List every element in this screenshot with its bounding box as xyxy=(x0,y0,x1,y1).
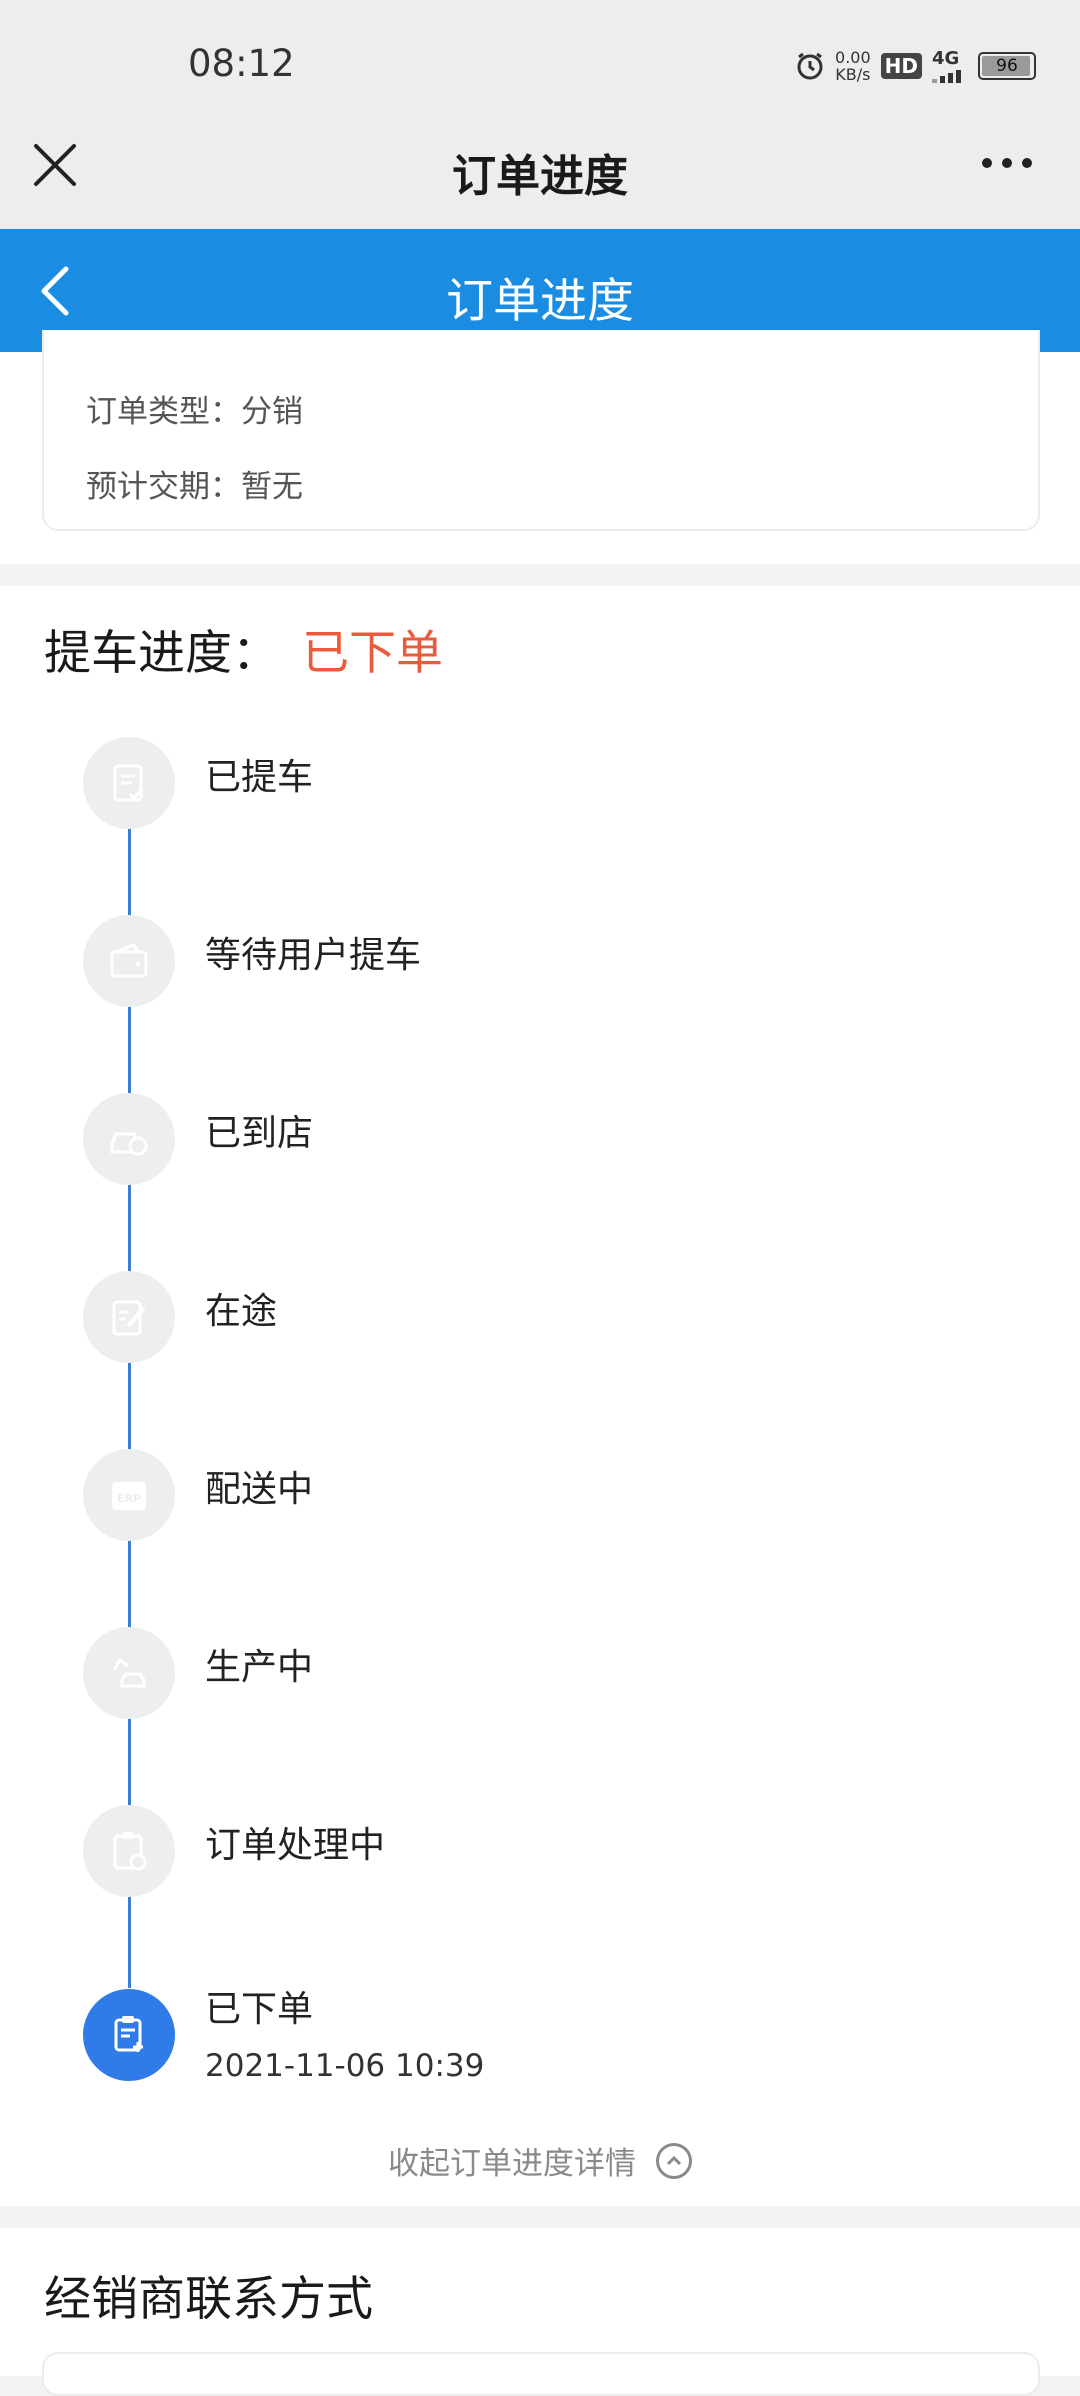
document-check-icon xyxy=(83,737,175,829)
chevron-up-icon xyxy=(656,2142,692,2179)
robot-arm-car-icon xyxy=(83,1627,175,1719)
battery-level: 96 xyxy=(996,55,1018,76)
step-label: 已提车 xyxy=(205,757,314,798)
step-label: 在途 xyxy=(205,1291,278,1332)
progress-status: 已下单 xyxy=(302,626,443,681)
battery-icon: 96 xyxy=(978,51,1036,80)
erp-box-icon: ERP xyxy=(83,1449,175,1541)
signal-label: 4G xyxy=(932,48,960,69)
wallet-icon xyxy=(83,915,175,1007)
order-type: 订单类型：分销 xyxy=(86,394,303,430)
step-label: 生产中 xyxy=(205,1647,314,1688)
alarm-icon xyxy=(797,52,823,79)
collapse-progress-button[interactable]: 收起订单进度详情 xyxy=(0,2138,1080,2183)
dealer-card xyxy=(42,2352,1040,2396)
status-icons: 0.00 KB/s HD 4G 96 xyxy=(795,48,1036,83)
clipboard-clock-icon xyxy=(83,1805,175,1897)
signal-bars-icon xyxy=(932,70,961,83)
step-label: 订单处理中 xyxy=(205,1825,386,1866)
step-time: 2021-11-06 10:39 xyxy=(205,2048,485,2084)
dealer-title: 经销商联系方式 xyxy=(44,2272,373,2327)
nav-title: 订单进度 xyxy=(452,151,628,202)
step-label: 配送中 xyxy=(205,1469,314,1510)
step-label: 等待用户提车 xyxy=(205,935,422,976)
collapse-label: 收起订单进度详情 xyxy=(388,2146,636,2182)
svg-text:ERP: ERP xyxy=(117,1492,141,1505)
net-speed-value: 0.00 xyxy=(835,47,871,67)
net-speed-unit: KB/s xyxy=(835,64,871,84)
network-speed: 0.00 KB/s xyxy=(835,49,871,83)
signal-icon: 4G xyxy=(932,48,968,83)
step-label: 已下单 xyxy=(205,1989,314,2030)
step-label: 已到店 xyxy=(205,1113,314,1154)
page-title: 订单进度 xyxy=(446,274,634,329)
delivery-date: 预计交期：暂无 xyxy=(86,469,303,505)
hd-icon: HD xyxy=(880,52,922,79)
more-icon[interactable] xyxy=(982,158,1032,168)
clipboard-plus-icon xyxy=(83,1989,175,2081)
car-store-icon xyxy=(83,1093,175,1185)
progress-section xyxy=(0,586,1080,2206)
edit-note-icon xyxy=(83,1271,175,1363)
clock: 08:12 xyxy=(188,42,295,85)
progress-title: 提车进度： xyxy=(44,626,279,681)
